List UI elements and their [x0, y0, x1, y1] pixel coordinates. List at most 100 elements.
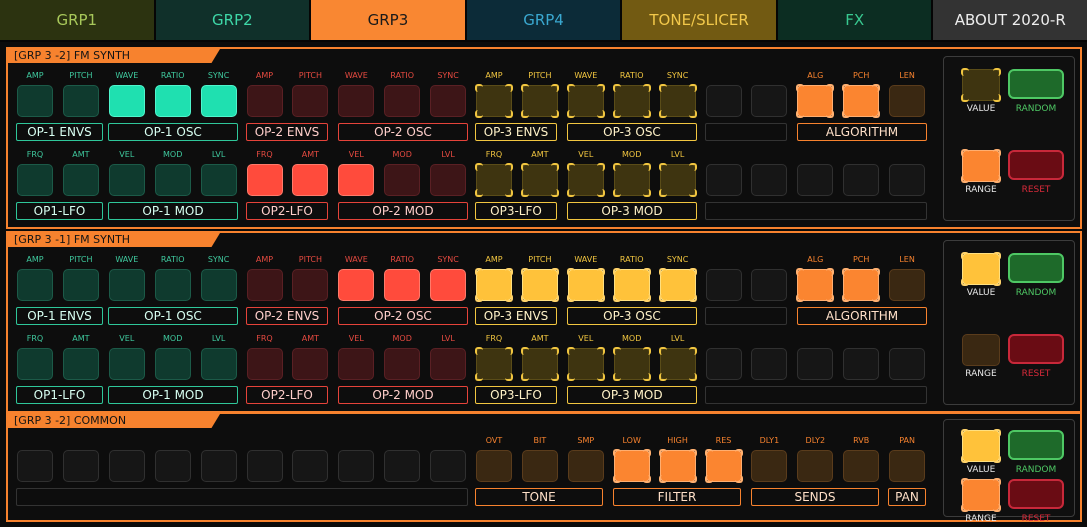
param-pad[interactable] [566, 268, 605, 302]
param-pad[interactable] [521, 450, 558, 482]
param-pad[interactable] [338, 348, 375, 380]
param-pad[interactable] [751, 85, 788, 117]
value-button[interactable] [961, 429, 1001, 463]
param-pad[interactable] [17, 269, 53, 301]
param-pad[interactable] [705, 269, 742, 301]
param-pad[interactable] [108, 348, 145, 380]
param-pad[interactable] [200, 269, 237, 301]
param-pad[interactable] [62, 164, 99, 196]
param-pad[interactable] [62, 348, 99, 380]
param-pad[interactable] [520, 84, 559, 118]
param-pad[interactable] [797, 164, 834, 196]
param-pad[interactable] [520, 163, 559, 197]
param-pad[interactable] [338, 85, 375, 117]
param-pad[interactable] [430, 269, 467, 301]
tab-fx[interactable]: FX [777, 0, 932, 40]
param-pad[interactable] [842, 268, 881, 302]
param-pad[interactable] [200, 85, 237, 117]
param-pad[interactable] [17, 348, 53, 380]
param-pad[interactable] [476, 450, 512, 482]
param-pad[interactable] [520, 268, 559, 302]
param-pad[interactable] [658, 163, 697, 197]
param-pad[interactable] [338, 269, 375, 301]
param-pad[interactable] [62, 85, 99, 117]
param-pad[interactable] [475, 268, 513, 302]
param-pad[interactable] [658, 84, 697, 118]
param-pad[interactable] [430, 348, 467, 380]
param-pad[interactable] [246, 85, 283, 117]
reset-button[interactable] [1008, 334, 1064, 364]
param-pad[interactable] [843, 450, 880, 482]
param-pad[interactable] [751, 269, 788, 301]
param-pad[interactable] [475, 84, 513, 118]
param-pad[interactable] [292, 164, 329, 196]
param-pad[interactable] [246, 450, 283, 482]
value-button[interactable] [961, 68, 1001, 102]
param-pad[interactable] [612, 163, 651, 197]
param-pad[interactable] [658, 449, 697, 483]
param-pad[interactable] [612, 84, 651, 118]
param-pad[interactable] [430, 85, 467, 117]
param-pad[interactable] [62, 269, 99, 301]
param-pad[interactable] [17, 450, 53, 482]
random-button[interactable] [1008, 69, 1064, 99]
reset-button[interactable] [1008, 479, 1064, 509]
param-pad[interactable] [108, 85, 145, 117]
param-pad[interactable] [292, 450, 329, 482]
param-pad[interactable] [384, 269, 421, 301]
param-pad[interactable] [751, 348, 788, 380]
param-pad[interactable] [751, 450, 788, 482]
param-pad[interactable] [17, 164, 53, 196]
param-pad[interactable] [566, 347, 605, 381]
param-pad[interactable] [154, 85, 191, 117]
param-pad[interactable] [889, 450, 926, 482]
param-pad[interactable] [567, 450, 604, 482]
param-pad[interactable] [796, 268, 835, 302]
param-pad[interactable] [889, 85, 926, 117]
tab-grp2[interactable]: GRP2 [155, 0, 310, 40]
tab-grp4[interactable]: GRP4 [466, 0, 621, 40]
param-pad[interactable] [384, 450, 421, 482]
param-pad[interactable] [154, 348, 191, 380]
param-pad[interactable] [246, 269, 283, 301]
param-pad[interactable] [705, 85, 742, 117]
param-pad[interactable] [566, 163, 605, 197]
param-pad[interactable] [108, 450, 145, 482]
param-pad[interactable] [292, 348, 329, 380]
param-pad[interactable] [200, 164, 237, 196]
tab-grp3[interactable]: GRP3 [311, 0, 465, 40]
param-pad[interactable] [108, 269, 145, 301]
param-pad[interactable] [658, 347, 697, 381]
tab-grp1[interactable]: GRP1 [0, 0, 154, 40]
value-button[interactable] [961, 252, 1001, 286]
param-pad[interactable] [797, 450, 834, 482]
param-pad[interactable] [154, 450, 191, 482]
param-pad[interactable] [704, 449, 743, 483]
range-button[interactable] [961, 149, 1001, 183]
param-pad[interactable] [108, 164, 145, 196]
param-pad[interactable] [612, 268, 651, 302]
param-pad[interactable] [292, 85, 329, 117]
param-pad[interactable] [796, 84, 835, 118]
param-pad[interactable] [751, 164, 788, 196]
param-pad[interactable] [566, 84, 605, 118]
range-button[interactable] [961, 478, 1001, 512]
param-pad[interactable] [797, 348, 834, 380]
param-pad[interactable] [843, 164, 880, 196]
range-button[interactable] [962, 334, 1000, 366]
param-pad[interactable] [246, 348, 283, 380]
param-pad[interactable] [705, 348, 742, 380]
param-pad[interactable] [889, 269, 926, 301]
param-pad[interactable] [705, 164, 742, 196]
param-pad[interactable] [889, 348, 926, 380]
param-pad[interactable] [520, 347, 559, 381]
param-pad[interactable] [338, 164, 375, 196]
param-pad[interactable] [292, 269, 329, 301]
param-pad[interactable] [384, 348, 421, 380]
tab-about-2020-r[interactable]: ABOUT 2020-R [933, 0, 1087, 40]
param-pad[interactable] [154, 164, 191, 196]
param-pad[interactable] [475, 163, 513, 197]
param-pad[interactable] [384, 85, 421, 117]
param-pad[interactable] [658, 268, 697, 302]
tab-tone-slicer[interactable]: TONE/SLICER [622, 0, 776, 40]
